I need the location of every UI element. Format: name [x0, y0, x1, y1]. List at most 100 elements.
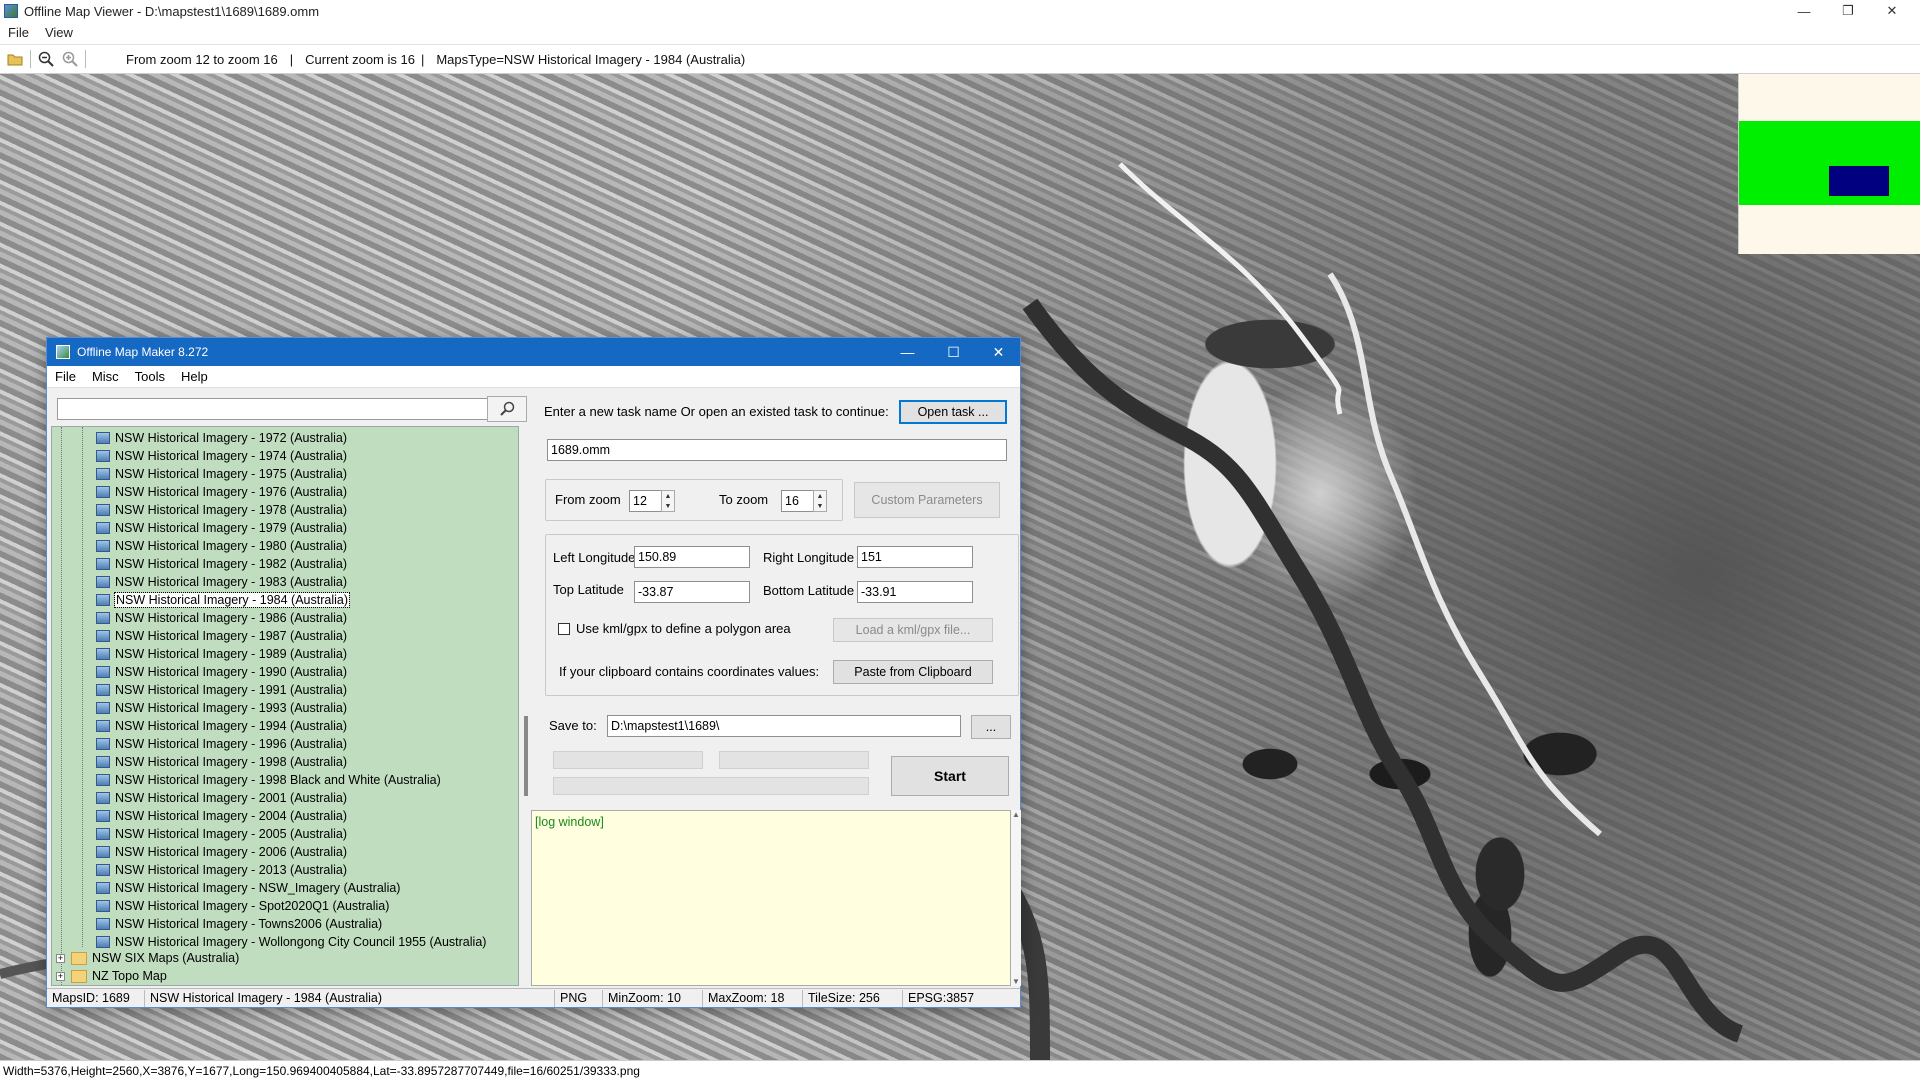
tree-item-label: NSW Historical Imagery - 2004 (Australia… [115, 809, 348, 823]
map-layer-icon [96, 648, 110, 660]
tree-item[interactable]: NSW Historical Imagery - 1989 (Australia… [96, 645, 347, 663]
tree-item-label: NSW Historical Imagery - 1998 Black and … [115, 773, 441, 787]
tree-item-label: NSW Historical Imagery - 2006 (Australia… [115, 845, 348, 859]
menu-file[interactable]: File [0, 25, 37, 40]
tree-folder-nz-topo[interactable]: + NZ Topo Map [56, 967, 167, 985]
expand-icon[interactable]: + [56, 971, 65, 981]
dialog-minimize-icon[interactable]: — [885, 338, 930, 366]
dialog-maximize-icon[interactable]: ☐ [931, 338, 976, 366]
tree-item[interactable]: NSW Historical Imagery - 1982 (Australia… [96, 555, 347, 573]
tree-item[interactable]: NSW Historical Imagery - 1998 (Australia… [96, 753, 347, 771]
overview-minimap[interactable] [1738, 74, 1920, 254]
tree-item[interactable]: NSW Historical Imagery - 1998 Black and … [96, 771, 441, 789]
tree-item[interactable]: NSW Historical Imagery - 1974 (Australia… [96, 447, 347, 465]
scroll-down-icon[interactable]: ▼ [1011, 977, 1021, 986]
tree-item[interactable]: NSW Historical Imagery - 2013 (Australia… [96, 861, 347, 879]
map-type-tree[interactable]: NSW Historical Imagery - 1972 (Australia… [51, 426, 519, 986]
dialog-menu-help[interactable]: Help [173, 369, 216, 384]
tree-item[interactable]: NSW Historical Imagery - 1978 (Australia… [96, 501, 347, 519]
paste-clipboard-button[interactable]: Paste from Clipboard [833, 660, 993, 684]
menu-view[interactable]: View [37, 25, 81, 40]
scroll-up-icon[interactable]: ▲ [1011, 810, 1021, 819]
save-path-field[interactable]: D:\mapstest1\1689\ [607, 715, 961, 737]
tree-item-label: NSW Historical Imagery - 1974 (Australia… [115, 449, 348, 463]
info-separator: | [420, 51, 425, 67]
maps-type-info: MapsType=NSW Historical Imagery - 1984 (… [436, 51, 746, 67]
tree-item[interactable]: NSW Historical Imagery - 2004 (Australia… [96, 807, 347, 825]
tree-folder-nsw-six[interactable]: + NSW SIX Maps (Australia) [56, 949, 239, 967]
dialog-title-bar[interactable]: Offline Map Maker 8.272 — ☐ ✕ [47, 338, 1020, 366]
tree-scroll-thumb[interactable] [524, 716, 528, 796]
main-menu-bar: File View [0, 22, 1920, 42]
zoom-in-icon[interactable] [61, 50, 79, 68]
dialog-app-icon [56, 345, 70, 359]
dialog-status-bar: MapsID: 1689 NSW Historical Imagery - 19… [47, 988, 1020, 1007]
task-name-field[interactable]: 1689.omm [547, 439, 1007, 461]
open-folder-icon[interactable] [6, 50, 24, 68]
minimize-icon[interactable]: — [1782, 0, 1826, 22]
right-longitude-field[interactable]: 151 [857, 546, 973, 568]
expand-icon[interactable]: + [56, 953, 65, 963]
tree-item-label: NSW Historical Imagery - NSW_Imagery (Au… [115, 881, 401, 895]
load-kml-button[interactable]: Load a kml/gpx file... [833, 618, 993, 642]
bottom-latitude-label: Bottom Latitude [763, 583, 855, 598]
map-layer-icon [96, 882, 110, 894]
zoom-out-icon[interactable] [37, 50, 55, 68]
tree-item[interactable]: NSW Historical Imagery - Towns2006 (Aust… [96, 915, 382, 933]
tree-item-label: NSW Historical Imagery - 1989 (Australia… [115, 647, 348, 661]
dialog-menu-misc[interactable]: Misc [84, 369, 127, 384]
to-zoom-input[interactable]: 16 [781, 490, 815, 512]
use-kml-checkbox[interactable] [558, 623, 570, 635]
dialog-menu-file[interactable]: File [47, 369, 84, 384]
tree-item[interactable]: NSW Historical Imagery - 1972 (Australia… [96, 429, 347, 447]
tree-item[interactable]: NSW Historical Imagery - 1994 (Australia… [96, 717, 347, 735]
tree-item-label: NSW Historical Imagery - 1978 (Australia… [115, 503, 348, 517]
status-min-zoom: MinZoom: 10 [603, 989, 703, 1007]
tree-item[interactable]: NSW Historical Imagery - 1984 (Australia… [96, 591, 351, 609]
tree-item[interactable]: NSW Historical Imagery - 1996 (Australia… [96, 735, 347, 753]
tree-item[interactable]: NSW Historical Imagery - 2005 (Australia… [96, 825, 347, 843]
from-zoom-stepper[interactable]: ▲ ▼ [661, 490, 675, 512]
tree-item[interactable]: NSW Historical Imagery - 1990 (Australia… [96, 663, 347, 681]
log-scrollbar[interactable]: ▲ ▼ [1011, 810, 1021, 986]
from-zoom-input[interactable]: 12 [629, 490, 663, 512]
bottom-latitude-field[interactable]: -33.91 [857, 581, 973, 603]
tree-item[interactable]: NSW Historical Imagery - NSW_Imagery (Au… [96, 879, 400, 897]
tree-item[interactable]: NSW Historical Imagery - 1975 (Australia… [96, 465, 347, 483]
search-button[interactable] [487, 396, 527, 422]
start-button[interactable]: Start [891, 756, 1009, 796]
dialog-close-icon[interactable]: ✕ [976, 338, 1021, 366]
log-window[interactable]: [log window] [531, 810, 1011, 986]
to-zoom-stepper[interactable]: ▲ ▼ [813, 490, 827, 512]
left-longitude-field[interactable]: 150.89 [634, 546, 750, 568]
tree-item[interactable]: NSW Historical Imagery - 1987 (Australia… [96, 627, 347, 645]
tree-guide-line [82, 427, 83, 947]
tree-item[interactable]: NSW Historical Imagery - 1986 (Australia… [96, 609, 347, 627]
tree-item-label: NSW Historical Imagery - 1990 (Australia… [115, 665, 348, 679]
browse-button[interactable]: ... [971, 715, 1011, 739]
tree-item[interactable]: NSW Historical Imagery - 1991 (Australia… [96, 681, 347, 699]
minimap-current-area [1829, 166, 1889, 196]
dialog-menu-tools[interactable]: Tools [127, 369, 173, 384]
tree-item[interactable]: NSW Historical Imagery - 1979 (Australia… [96, 519, 347, 537]
tree-item[interactable]: NSW Historical Imagery - 2006 (Australia… [96, 843, 347, 861]
restore-icon[interactable]: ❐ [1826, 0, 1870, 22]
tree-item-label: NSW Historical Imagery - 1993 (Australia… [115, 701, 348, 715]
tree-item[interactable]: NSW Historical Imagery - 1976 (Australia… [96, 483, 347, 501]
map-layer-icon [96, 630, 110, 642]
tree-item[interactable]: NSW Historical Imagery - 1983 (Australia… [96, 573, 347, 591]
tree-item-label: NSW Historical Imagery - 1982 (Australia… [115, 557, 348, 571]
map-layer-icon [96, 810, 110, 822]
tree-item[interactable]: NSW Historical Imagery - Spot2020Q1 (Aus… [96, 897, 389, 915]
tree-item[interactable]: NSW Historical Imagery - 1993 (Australia… [96, 699, 347, 717]
map-layer-icon [96, 918, 110, 930]
open-task-button[interactable]: Open task ... [899, 400, 1007, 424]
map-layer-icon [96, 720, 110, 732]
tree-item[interactable]: NSW Historical Imagery - 2001 (Australia… [96, 789, 347, 807]
close-icon[interactable]: ✕ [1870, 0, 1914, 22]
custom-parameters-button[interactable]: Custom Parameters [854, 482, 1000, 518]
top-latitude-field[interactable]: -33.87 [634, 581, 750, 603]
map-layer-icon [96, 612, 110, 624]
tree-item[interactable]: NSW Historical Imagery - 1980 (Australia… [96, 537, 347, 555]
map-search-input[interactable] [57, 398, 489, 420]
